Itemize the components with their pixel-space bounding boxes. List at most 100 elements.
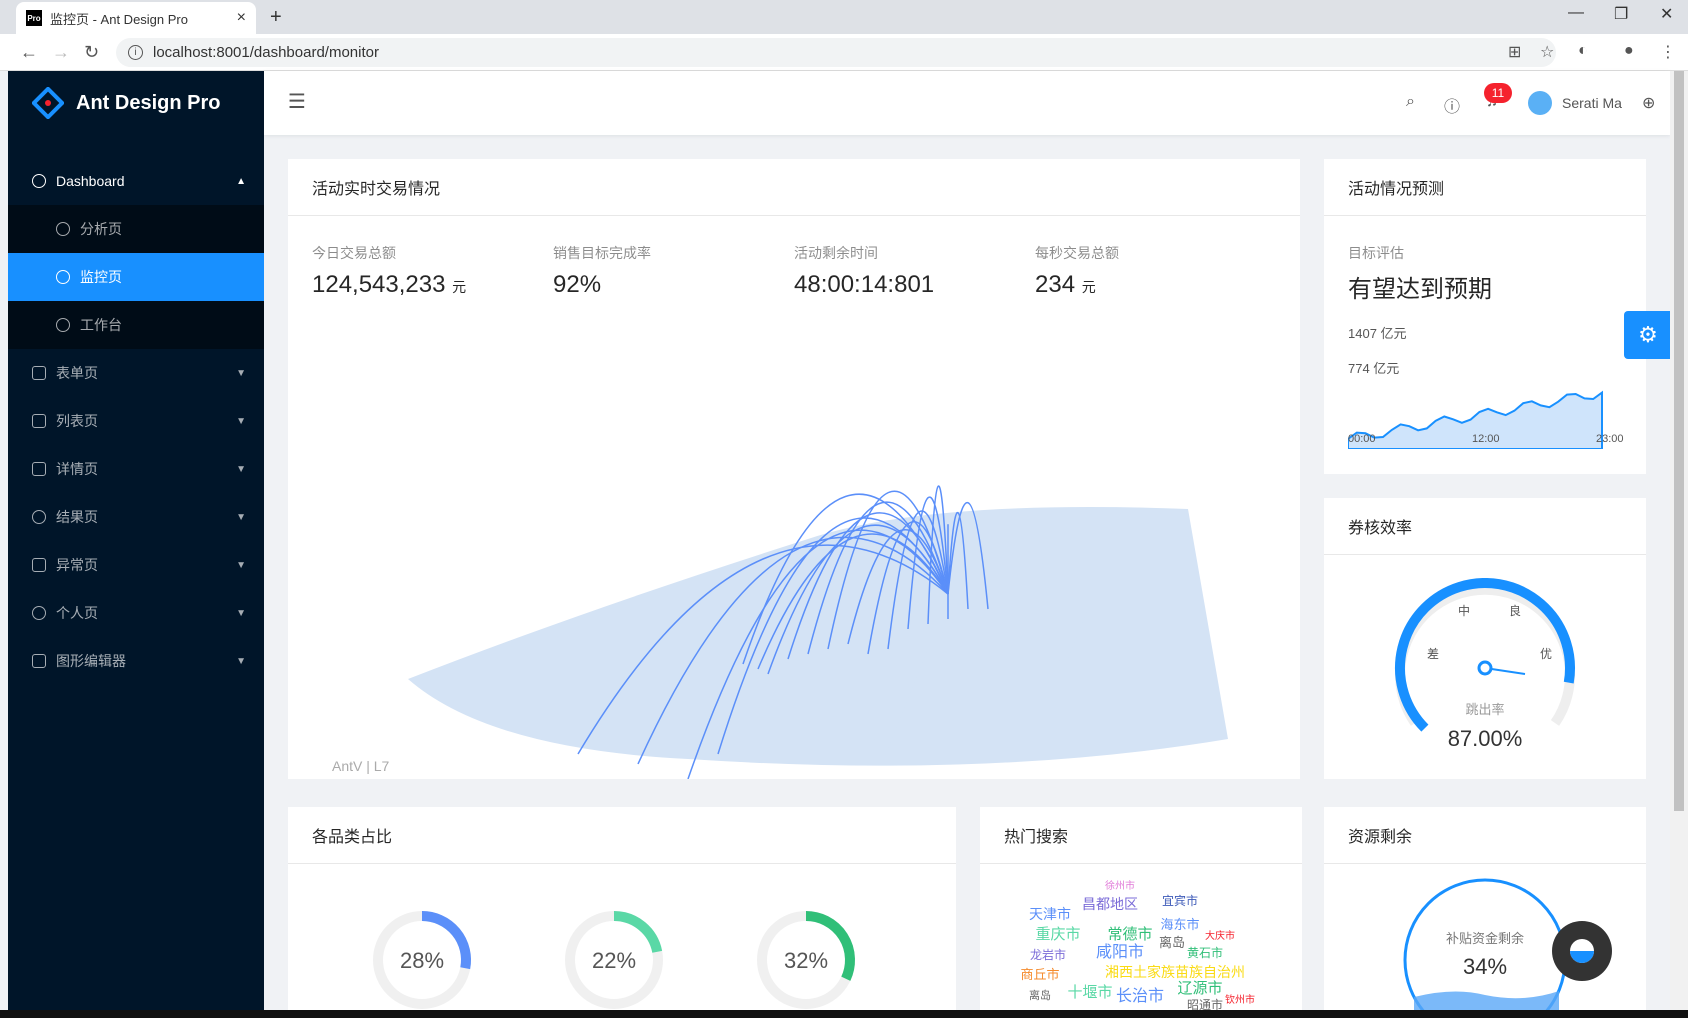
- dashboard-icon: [32, 174, 46, 188]
- menu-editor[interactable]: 图形编辑器 ▼: [8, 637, 264, 685]
- minimize-icon[interactable]: —: [1568, 4, 1584, 22]
- window-close-icon[interactable]: ✕: [1660, 4, 1673, 24]
- back-icon[interactable]: ←: [20, 42, 38, 63]
- menu-list[interactable]: 列表页 ▼: [8, 397, 264, 445]
- menu-label: 结果页: [56, 509, 98, 525]
- chevron-down-icon: ▼: [236, 367, 246, 379]
- translate-icon[interactable]: ⊞: [1508, 42, 1521, 62]
- stat-value: 48:00:14:801: [794, 271, 935, 298]
- url-field[interactable]: i localhost:8001/dashboard/monitor: [116, 38, 1556, 67]
- category-card: 各品类占比 28% 22% 32%: [288, 807, 956, 1010]
- tab-close-icon[interactable]: ×: [237, 9, 246, 27]
- menu-result[interactable]: 结果页 ▼: [8, 493, 264, 541]
- stat-value: 92%: [553, 271, 602, 298]
- x-tick: 23:00: [1596, 433, 1624, 445]
- url-text: localhost:8001/dashboard/monitor: [153, 44, 379, 61]
- chevron-down-icon: ▼: [236, 511, 246, 523]
- menu-account[interactable]: 个人页 ▼: [8, 589, 264, 637]
- tab-title: 监控页 - Ant Design Pro: [50, 11, 188, 27]
- page-scrollbar[interactable]: [1670, 71, 1688, 1018]
- menu-analysis[interactable]: 分析页: [8, 205, 264, 253]
- liquid-caption: 补贴资金剩余: [1446, 931, 1524, 946]
- dashboard-icon: [56, 222, 70, 236]
- cloud-word: 钦州市: [1225, 993, 1255, 1006]
- menu-label: 图形编辑器: [56, 653, 126, 669]
- info-icon[interactable]: i: [128, 45, 143, 60]
- stat-label: 今日交易总额: [312, 245, 396, 261]
- restore-icon[interactable]: ❐: [1614, 4, 1628, 24]
- gauge-chart: 差 中 良 优 跳出率 87.00%: [1395, 578, 1575, 751]
- cloud-word: 离岛: [1159, 935, 1185, 950]
- profile-icon[interactable]: ●: [1624, 42, 1634, 60]
- gauge-label: 优: [1540, 647, 1552, 661]
- menu-fold-icon[interactable]: ☰: [288, 89, 306, 114]
- smile-icon: [56, 318, 70, 332]
- tab-strip: Pro 监控页 - Ant Design Pro × + — ❐ ✕: [0, 0, 1688, 34]
- menu-label: 个人页: [56, 605, 98, 621]
- gauge-label: 差: [1427, 647, 1439, 661]
- scrollbar-thumb[interactable]: [1674, 71, 1684, 811]
- bookmark-star-icon[interactable]: ☆: [1540, 42, 1554, 62]
- arc-map[interactable]: AntV | L7: [288, 309, 1300, 779]
- cloud-word: 常德市: [1107, 925, 1152, 943]
- form-icon: [32, 366, 46, 380]
- chevron-down-icon: ▼: [236, 655, 246, 667]
- browser-menu-icon[interactable]: ⋮: [1660, 42, 1676, 62]
- cloud-word: 大庆市: [1205, 929, 1235, 942]
- gauge-label: 中: [1458, 603, 1470, 618]
- table-icon: [32, 414, 46, 428]
- menu-dashboard-label: Dashboard: [56, 173, 125, 189]
- logo[interactable]: Ant Design Pro: [8, 71, 264, 135]
- global-header: ☰ ⌕ ⓘ ♫ 11 Serati Ma ⊕: [264, 71, 1670, 135]
- menu-form[interactable]: 表单页 ▼: [8, 349, 264, 397]
- menu-profile[interactable]: 详情页 ▼: [8, 445, 264, 493]
- card-title: 活动情况预测: [1324, 159, 1646, 216]
- menu-workplace[interactable]: 工作台: [8, 301, 264, 349]
- warning-icon: [32, 558, 46, 572]
- realtime-card: 活动实时交易情况 今日交易总额 124,543,233 元 销售目标完成率 92% …: [288, 159, 1300, 779]
- menu-dashboard[interactable]: Dashboard ▲: [8, 157, 264, 205]
- stat-target: 销售目标完成率 92%: [553, 243, 651, 299]
- stat-unit: 元: [1081, 279, 1096, 295]
- browser-tab[interactable]: Pro 监控页 - Ant Design Pro ×: [16, 2, 256, 34]
- chevron-down-icon: ▼: [236, 415, 246, 427]
- category-pies: 28% 22% 32%: [373, 911, 855, 1009]
- globe-icon[interactable]: ⊕: [1642, 93, 1655, 113]
- settings-drawer-button[interactable]: ⚙: [1624, 311, 1672, 359]
- cloud-word: 离岛: [1029, 988, 1051, 1002]
- card-title: 活动实时交易情况: [288, 159, 1300, 216]
- menu-label: 详情页: [56, 461, 98, 477]
- new-tab-icon[interactable]: +: [270, 6, 282, 29]
- pie-value: 28%: [400, 948, 444, 973]
- pie-arc: [613, 911, 663, 953]
- card-title: 热门搜索: [980, 807, 1302, 864]
- cloud-word: 商丘市: [1020, 967, 1059, 982]
- reload-icon[interactable]: ↻: [84, 42, 99, 63]
- gauge-card: 券核效率 差 中 良 优 跳出率 87.00%: [1324, 498, 1646, 779]
- stat-value: 124,543,233: [312, 271, 446, 298]
- user-icon: [32, 606, 46, 620]
- profile-icon: [32, 462, 46, 476]
- liquid-value: 34%: [1463, 954, 1507, 979]
- browser-chrome: Pro 监控页 - Ant Design Pro × + — ❐ ✕ ← → ↻…: [0, 0, 1688, 71]
- search-icon[interactable]: ⌕: [1406, 93, 1415, 111]
- chevron-down-icon: ▼: [236, 559, 246, 571]
- card-title: 各品类占比: [288, 807, 956, 864]
- extension-icon[interactable]: ◐: [1578, 42, 1588, 60]
- cloud-word: 龙岩市: [1030, 947, 1066, 962]
- help-icon[interactable]: ⓘ: [1444, 93, 1460, 117]
- gauge-caption: 跳出率: [1465, 702, 1504, 717]
- stat-unit: 元: [452, 279, 467, 295]
- cloud-word: 昭通市: [1187, 997, 1223, 1010]
- floating-action-button[interactable]: [1552, 921, 1612, 981]
- stat-per-second: 每秒交易总额 234 元: [1035, 243, 1119, 299]
- cloud-word: 宜宾市: [1162, 893, 1198, 908]
- cloud-word: 重庆市: [1035, 926, 1080, 943]
- stat-remaining: 活动剩余时间 48:00:14:801: [794, 243, 934, 299]
- avatar[interactable]: [1528, 91, 1552, 115]
- x-tick: 00:00: [1348, 433, 1376, 445]
- menu-exception[interactable]: 异常页 ▼: [8, 541, 264, 589]
- menu-monitor[interactable]: 监控页: [8, 253, 264, 301]
- user-name[interactable]: Serati Ma: [1562, 95, 1622, 111]
- forward-icon[interactable]: →: [52, 42, 70, 63]
